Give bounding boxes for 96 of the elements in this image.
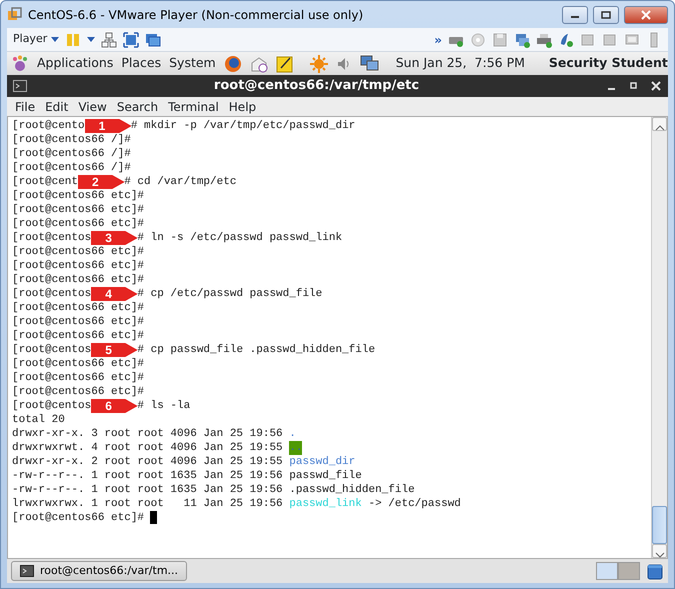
text-cursor (150, 511, 158, 524)
file-info: drwxrwxrwt. 4 root root 4096 Jan 25 19:55 (12, 441, 284, 455)
terminal-text: [root@centos (12, 287, 92, 301)
maximize-icon (601, 10, 611, 18)
clock-text[interactable]: Sun Jan 25, 7:56 PM (396, 54, 525, 73)
command-text: # ln -s /etc/passwd passwd_link (137, 231, 342, 245)
terminal-text: [root@cent (12, 175, 78, 189)
close-icon[interactable] (650, 80, 662, 92)
network-adapter-icon[interactable] (514, 32, 530, 48)
panel-menu[interactable]: Places (121, 54, 162, 73)
terminal-text: [root@centos (12, 343, 92, 357)
step-arrow: 6 (91, 399, 138, 413)
terminal-text: [root@centos (12, 231, 92, 245)
close-icon (641, 10, 651, 20)
file-info: -rw-r--r--. 1 root root 1635 Jan 25 19:56 (12, 483, 284, 497)
command-text: # ls -la (137, 399, 190, 413)
command-text: # cd /var/tmp/etc (124, 175, 236, 189)
display-icon[interactable] (624, 32, 640, 48)
terminal-text: [root@centos (12, 399, 92, 413)
taskbar-button[interactable]: root@centos66:/var/tm... (11, 561, 188, 581)
terminal-line: [root@centos66 etc]# (12, 385, 144, 399)
step-arrow: 5 (91, 343, 138, 357)
caret-icon (51, 37, 60, 42)
browser-icon[interactable] (224, 54, 242, 72)
usb-device-icon[interactable] (580, 32, 596, 48)
terminal-line: [root@centos66 etc]# (12, 245, 144, 259)
scrollbar[interactable] (651, 117, 667, 558)
step-arrow: 2 (78, 175, 125, 189)
terminal-line: [root@centos66 etc]# (12, 217, 144, 231)
menu-item[interactable]: Help (224, 98, 262, 116)
command-text: # cp /etc/passwd passwd_file (137, 287, 322, 301)
terminal-title: root@centos66:/var/tmp/etc (212, 77, 420, 96)
terminal-line: [root@centos66 etc]# (12, 511, 144, 525)
player-menu[interactable]: Player (13, 31, 60, 48)
command-text: # cp passwd_file .passwd_hidden_file (137, 343, 376, 357)
terminal-line: [root@centos66 etc]# (12, 259, 144, 273)
file-name: .passwd_hidden_file (289, 483, 415, 497)
file-info: drwxr-xr-x. 2 root root 4096 Jan 25 19:55 (12, 455, 284, 469)
menu-item[interactable]: Edit (40, 98, 74, 116)
terminal-line: [root@centos66 etc]# (12, 371, 144, 385)
minimize-button[interactable] (562, 6, 588, 24)
terminal-line: [root@centos66 /]# (12, 133, 131, 147)
terminal-text: [root@cento (12, 119, 85, 133)
terminal-line: [root@centos66 etc]# (12, 203, 144, 217)
close-button[interactable] (624, 6, 668, 24)
panel-menu[interactable]: System (169, 54, 216, 73)
file-name: passwd_link (289, 497, 362, 511)
usb-device-icon[interactable] (602, 32, 618, 48)
unity-icon[interactable] (145, 32, 162, 48)
network-icon[interactable] (360, 54, 380, 72)
window-title: CentOS-6.6 - VMware Player (Non-commercial use only) (28, 6, 364, 24)
maximize-button[interactable] (593, 6, 619, 24)
scrollbar-thumb[interactable] (652, 506, 667, 544)
workspace-switcher[interactable] (596, 562, 618, 580)
step-arrow: 4 (91, 287, 138, 301)
floppy-icon[interactable] (492, 32, 508, 48)
fullscreen-icon[interactable] (123, 32, 140, 48)
terminal-line: [root@centos66 etc]# (12, 357, 144, 371)
sun-icon[interactable] (310, 54, 328, 72)
menu-item[interactable]: Terminal (163, 98, 224, 116)
file-name: passwd_dir (289, 455, 356, 469)
menu-item[interactable]: File (10, 98, 40, 116)
terminal-line: [root@centos66 etc]# (12, 329, 144, 343)
terminal-line: [root@centos66 etc]# (12, 189, 144, 203)
terminal-line: total 20 (12, 413, 65, 427)
overflow-chevron[interactable]: » (434, 30, 442, 48)
notepad-icon[interactable] (276, 54, 294, 72)
step-arrow: 3 (91, 231, 138, 245)
foot-logo-icon (11, 54, 29, 72)
panel-menu[interactable]: Applications (37, 54, 114, 73)
file-name: . (289, 427, 296, 441)
terminal-line: [root@centos66 etc]# (12, 315, 144, 329)
link-target: -> /etc/passwd (367, 497, 461, 511)
network-devices-icon[interactable] (101, 32, 118, 48)
terminal-line: [root@centos66 etc]# (12, 301, 144, 315)
file-name: passwd_file (289, 469, 362, 483)
terminal-line: [root@centos66 /]# (12, 161, 131, 175)
file-info: -rw-r--r--. 1 root root 1635 Jan 25 19:56 (12, 469, 284, 483)
file-info: lrwxrwxrwx. 1 root root 11 Jan 25 19:56 (12, 497, 284, 511)
terminal-icon (20, 565, 34, 577)
trash-icon[interactable] (646, 562, 664, 580)
user-name[interactable]: Security Student (548, 54, 668, 73)
printer-icon[interactable] (536, 32, 552, 48)
terminal-line: [root@centos66 /]# (12, 147, 131, 161)
mail-icon[interactable] (250, 54, 268, 72)
step-arrow: 1 (84, 119, 132, 133)
command-text: # mkdir -p /var/tmp/etc/passwd_dir (130, 119, 356, 133)
file-name: .. (289, 441, 302, 455)
menu-item[interactable]: Search (112, 98, 164, 116)
menu-item[interactable]: View (73, 98, 112, 116)
workspace-switcher[interactable] (618, 562, 640, 580)
terminal-icon (13, 80, 27, 92)
maximize-icon[interactable] (628, 80, 640, 92)
terminal-line: [root@centos66 etc]# (12, 273, 144, 287)
file-info: drwxr-xr-x. 3 root root 4096 Jan 25 19:56 (12, 427, 284, 441)
caret-icon[interactable] (87, 37, 96, 42)
